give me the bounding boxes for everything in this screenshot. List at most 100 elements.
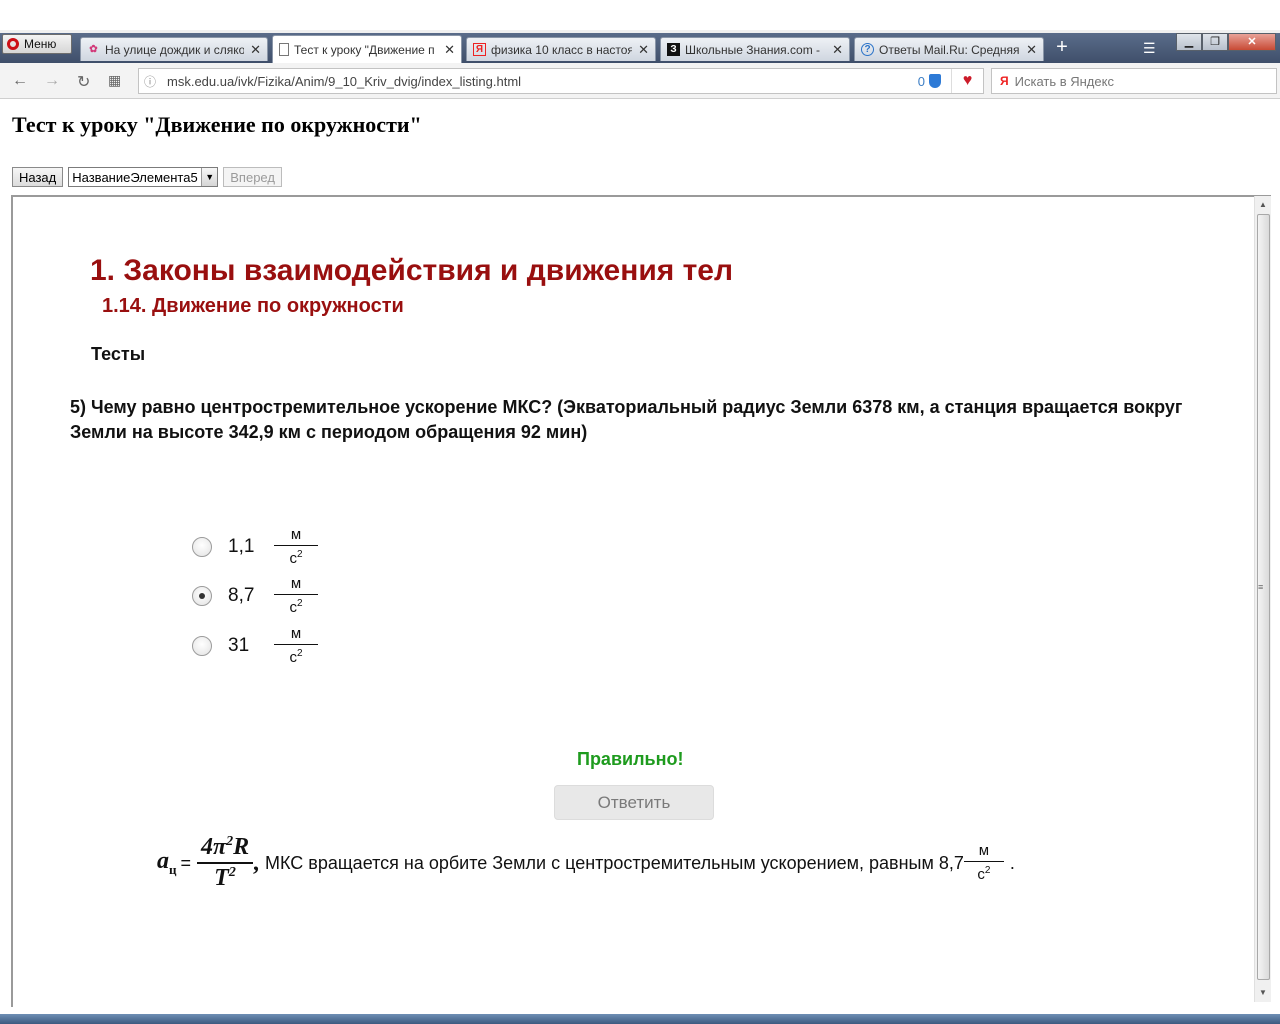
unit-den-letter: с <box>289 599 297 616</box>
search-input[interactable]: Я Искать в Яндекс <box>991 68 1277 94</box>
opera-menu-button[interactable]: Меню <box>2 34 72 54</box>
forward-button[interactable]: Вперед <box>223 167 282 187</box>
opera-menu-label: Меню <box>24 37 57 51</box>
element-select[interactable]: НазваниеЭлемента5 ▼ <box>68 167 219 187</box>
flamingo-favicon-icon: ✿ <box>89 44 98 55</box>
reload-icon[interactable]: ↻ <box>77 72 90 92</box>
opera-logo-icon <box>7 38 19 50</box>
tab-2-active[interactable]: Тест к уроку "Движение п ✕ <box>272 35 462 63</box>
answer-option-2[interactable]: 8,7 м с2 <box>192 576 318 616</box>
element-select-value: НазваниеЭлемента5 <box>72 169 198 185</box>
formula-subscript: ц <box>169 861 177 877</box>
new-tab-button[interactable]: + <box>1052 37 1072 59</box>
tab-close-icon[interactable]: ✕ <box>250 42 261 58</box>
scrollbar-thumb[interactable] <box>1257 214 1270 980</box>
unit-exponent: 2 <box>296 549 303 560</box>
back-arrow-icon[interactable]: ← <box>12 72 28 90</box>
option-value: 31 <box>228 635 250 656</box>
formula-den-t: T <box>214 865 229 891</box>
answer-radio[interactable] <box>192 636 212 656</box>
tab-3[interactable]: Я физика 10 класс в настоя ✕ <box>466 37 656 61</box>
tab-1[interactable]: ✿ На улице дождик и сляко ✕ <box>80 37 268 61</box>
scroll-grip-icon: ≡ <box>1258 582 1264 592</box>
formula-equals: = <box>180 852 192 873</box>
answer-option-3[interactable]: 31 м с2 <box>192 626 318 666</box>
option-value: 1,1 <box>228 536 255 557</box>
answer-radio-selected[interactable] <box>192 586 212 606</box>
answer-radio[interactable] <box>192 537 212 557</box>
lesson-subheading: 1.14. Движение по окружности <box>102 295 404 317</box>
formula-lhs: aц <box>157 848 177 878</box>
address-bar[interactable]: ⓘ msk.edu.ua/ivk/Fizika/Anim/9_10_Kriv_d… <box>138 68 984 94</box>
explanation: aц = 4π2R T2 , МКС вращается на орбите З… <box>157 833 1015 893</box>
minimize-icon[interactable]: ▁ <box>1176 33 1202 51</box>
tab-4[interactable]: З Школьные Знания.com - ✕ <box>660 37 850 61</box>
site-info-icon[interactable]: ⓘ <box>139 73 161 90</box>
answer-button[interactable]: Ответить <box>554 785 714 820</box>
tab-close-icon[interactable]: ✕ <box>638 42 649 58</box>
unit-fraction: м с2 <box>963 842 1004 883</box>
fraction-bar <box>274 644 318 645</box>
chapter-heading: 1. Законы взаимодействия и движения тел <box>90 254 734 287</box>
formula-denominator: T2 <box>214 865 236 892</box>
unit-exponent: 2 <box>984 865 991 876</box>
unit-numerator: м <box>290 625 302 642</box>
url-text[interactable]: msk.edu.ua/ivk/Fizika/Anim/9_10_Kriv_dvi… <box>161 74 918 89</box>
tab-label: физика 10 класс в настоя <box>491 42 633 57</box>
formula-den-exp: 2 <box>228 865 236 880</box>
unit-fraction: м с2 <box>274 576 318 616</box>
tab-close-icon[interactable]: ✕ <box>832 42 843 58</box>
unit-fraction: м с2 <box>274 527 318 567</box>
unit-fraction: м с2 <box>274 626 318 666</box>
page-favicon-icon <box>279 43 289 56</box>
chevron-down-icon[interactable]: ▼ <box>201 168 218 186</box>
answer-option-1[interactable]: 1,1 м с2 <box>192 527 318 567</box>
window-controls: ▁ ❐ ✕ <box>1176 33 1276 51</box>
forward-arrow-icon[interactable]: → <box>44 72 60 90</box>
tab-close-icon[interactable]: ✕ <box>1026 42 1037 58</box>
restore-icon[interactable]: ❐ <box>1202 33 1228 51</box>
formula-numerator: 4π2R <box>201 834 249 861</box>
formula-fraction-bar <box>197 862 254 864</box>
explanation-text: МКС вращается на орбите Земли с центрост… <box>265 852 964 873</box>
window-titlebar <box>0 0 1280 34</box>
windows-taskbar <box>0 1014 1280 1024</box>
scroll-down-icon[interactable]: ▼ <box>1259 988 1267 997</box>
option-value: 8,7 <box>228 585 255 606</box>
tab-close-icon[interactable]: ✕ <box>444 42 455 58</box>
unit-den-letter: с <box>289 550 297 567</box>
unit-exponent: 2 <box>296 648 303 659</box>
feedback-correct: Правильно! <box>577 749 684 769</box>
shield-icon[interactable] <box>929 74 941 88</box>
fraction-bar <box>274 545 318 546</box>
tab-label: Ответы Mail.Ru: Средняя <box>879 42 1020 57</box>
unit-denominator: с2 <box>977 863 990 883</box>
unit-numerator: м <box>978 842 990 859</box>
fraction-bar <box>963 861 1004 862</box>
unit-numerator: м <box>290 526 302 543</box>
tab-label: Школьные Знания.com - <box>685 42 821 57</box>
mailru-answers-favicon-icon: ? <box>861 43 874 56</box>
close-window-icon[interactable]: ✕ <box>1228 33 1276 51</box>
adblock-count: 0 <box>917 73 925 89</box>
back-button[interactable]: Назад <box>12 167 64 187</box>
search-placeholder: Искать в Яндекс <box>1014 73 1114 89</box>
znanija-favicon-icon: З <box>667 43 680 56</box>
tab-label: Тест к уроку "Движение п <box>294 42 435 57</box>
section-label: Тесты <box>91 344 146 364</box>
tab-menu-icon[interactable]: ☰ <box>1143 40 1156 57</box>
unit-den-letter: с <box>289 649 297 666</box>
tab-label: На улице дождик и сляко <box>105 42 245 57</box>
explanation-end: . <box>1009 852 1015 873</box>
formula-num-exp: 2 <box>226 834 234 849</box>
speed-dial-icon[interactable]: ▦ <box>108 72 121 89</box>
page-title: Тест к уроку "Движение по окружности" <box>12 112 422 137</box>
tab-5[interactable]: ? Ответы Mail.Ru: Средняя ✕ <box>854 37 1044 61</box>
formula-fraction: 4π2R T2 <box>197 834 254 892</box>
unit-numerator: м <box>290 575 302 592</box>
formula-a: a <box>157 848 169 875</box>
scroll-up-icon[interactable]: ▲ <box>1259 200 1267 209</box>
unit-exponent: 2 <box>296 598 303 609</box>
bookmark-heart-icon[interactable]: ♥ <box>951 69 983 93</box>
vertical-scrollbar[interactable]: ▲ ≡ ▼ <box>1254 196 1271 1002</box>
